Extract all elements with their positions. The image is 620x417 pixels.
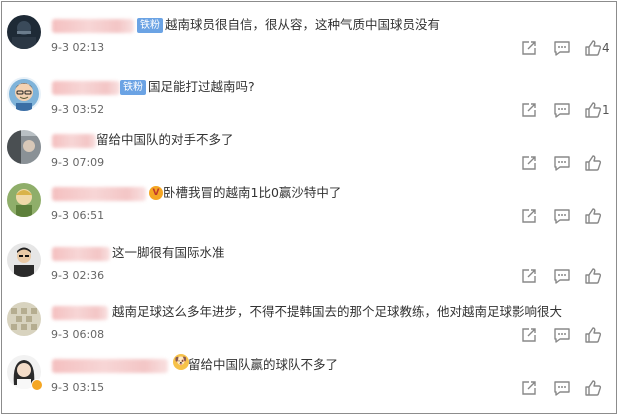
comment-icon[interactable] bbox=[553, 39, 571, 57]
repost-icon[interactable] bbox=[520, 154, 538, 172]
comment-icon[interactable] bbox=[553, 379, 571, 397]
user-avatar[interactable] bbox=[7, 130, 41, 164]
username-blurred[interactable] bbox=[52, 187, 146, 201]
comment-item: 这一脚很有国际水准 9-3 02:36 bbox=[0, 243, 620, 301]
comment-text: 越南球员很自信，很从容，这种气质中国球员没有 bbox=[165, 17, 441, 32]
comment-icon[interactable] bbox=[553, 154, 571, 172]
like-icon[interactable] bbox=[584, 326, 602, 344]
comment-time: 9-3 02:13 bbox=[51, 41, 105, 54]
repost-icon[interactable] bbox=[520, 39, 538, 57]
comment-icon[interactable] bbox=[553, 207, 571, 225]
like-icon[interactable] bbox=[584, 379, 602, 397]
comment-time: 9-3 03:52 bbox=[51, 103, 105, 116]
user-avatar[interactable] bbox=[7, 15, 41, 49]
username-blurred[interactable] bbox=[52, 134, 96, 148]
comment-item: 留给中国队的对手不多了 9-3 07:09 bbox=[0, 130, 620, 188]
comment-time: 9-3 03:15 bbox=[51, 381, 105, 394]
like-icon[interactable] bbox=[584, 154, 602, 172]
username-blurred[interactable] bbox=[52, 19, 134, 33]
like-icon[interactable] bbox=[584, 39, 602, 57]
vip-icon: V bbox=[149, 186, 163, 200]
comment-icon[interactable] bbox=[553, 267, 571, 285]
comment-item: 铁粉 越南球员很自信，很从容，这种气质中国球员没有 9-3 02:13 4 bbox=[0, 15, 620, 73]
comment-item: 越南足球这么多年进步，不得不提韩国去的那个足球教练，他对越南足球影响很大 9-3… bbox=[0, 302, 620, 360]
repost-icon[interactable] bbox=[520, 379, 538, 397]
verified-badge-icon bbox=[31, 379, 43, 391]
comment-item: 铁粉 国足能打过越南吗? 9-3 03:52 1 bbox=[0, 77, 620, 135]
comment-time: 9-3 06:51 bbox=[51, 209, 105, 222]
user-avatar[interactable] bbox=[7, 302, 41, 336]
comment-text: 国足能打过越南吗? bbox=[148, 79, 255, 94]
user-avatar[interactable] bbox=[7, 183, 41, 217]
comment-item: 🐶 留给中国队赢的球队不多了 9-3 03:15 bbox=[0, 354, 620, 413]
comment-text: 这一脚很有国际水准 bbox=[112, 245, 225, 260]
comment-actions bbox=[520, 154, 620, 174]
comment-actions bbox=[520, 267, 620, 287]
comment-item: V 卧槽我冒的越南1比0赢沙特中了 9-3 06:51 bbox=[0, 183, 620, 241]
repost-icon[interactable] bbox=[520, 101, 538, 119]
username-blurred[interactable] bbox=[52, 81, 120, 95]
like-count: 4 bbox=[602, 41, 610, 55]
username-blurred[interactable] bbox=[52, 306, 108, 320]
fan-badge: 铁粉 bbox=[137, 18, 163, 33]
repost-icon[interactable] bbox=[520, 326, 538, 344]
like-count: 1 bbox=[602, 103, 610, 117]
comment-time: 9-3 07:09 bbox=[51, 156, 105, 169]
comment-actions bbox=[520, 326, 620, 346]
comment-text: 留给中国队赢的球队不多了 bbox=[188, 357, 339, 372]
username-blurred[interactable] bbox=[52, 247, 110, 261]
like-icon[interactable] bbox=[584, 207, 602, 225]
doge-emoji-icon: 🐶 bbox=[173, 354, 189, 370]
comment-text: 留给中国队的对手不多了 bbox=[96, 132, 234, 147]
username-blurred[interactable] bbox=[52, 359, 168, 373]
comment-text: 越南足球这么多年进步，不得不提韩国去的那个足球教练，他对越南足球影响很大 bbox=[112, 304, 563, 319]
user-avatar[interactable] bbox=[7, 77, 41, 111]
like-icon[interactable] bbox=[584, 101, 602, 119]
comment-time: 9-3 06:08 bbox=[51, 328, 105, 341]
user-avatar[interactable] bbox=[7, 243, 41, 277]
fan-badge: 铁粉 bbox=[120, 80, 146, 95]
like-icon[interactable] bbox=[584, 267, 602, 285]
comment-actions bbox=[520, 207, 620, 227]
comment-time: 9-3 02:36 bbox=[51, 269, 105, 282]
comment-actions bbox=[520, 379, 620, 399]
repost-icon[interactable] bbox=[520, 267, 538, 285]
comment-icon[interactable] bbox=[553, 326, 571, 344]
comment-text: 卧槽我冒的越南1比0赢沙特中了 bbox=[163, 185, 342, 200]
comment-icon[interactable] bbox=[553, 101, 571, 119]
repost-icon[interactable] bbox=[520, 207, 538, 225]
